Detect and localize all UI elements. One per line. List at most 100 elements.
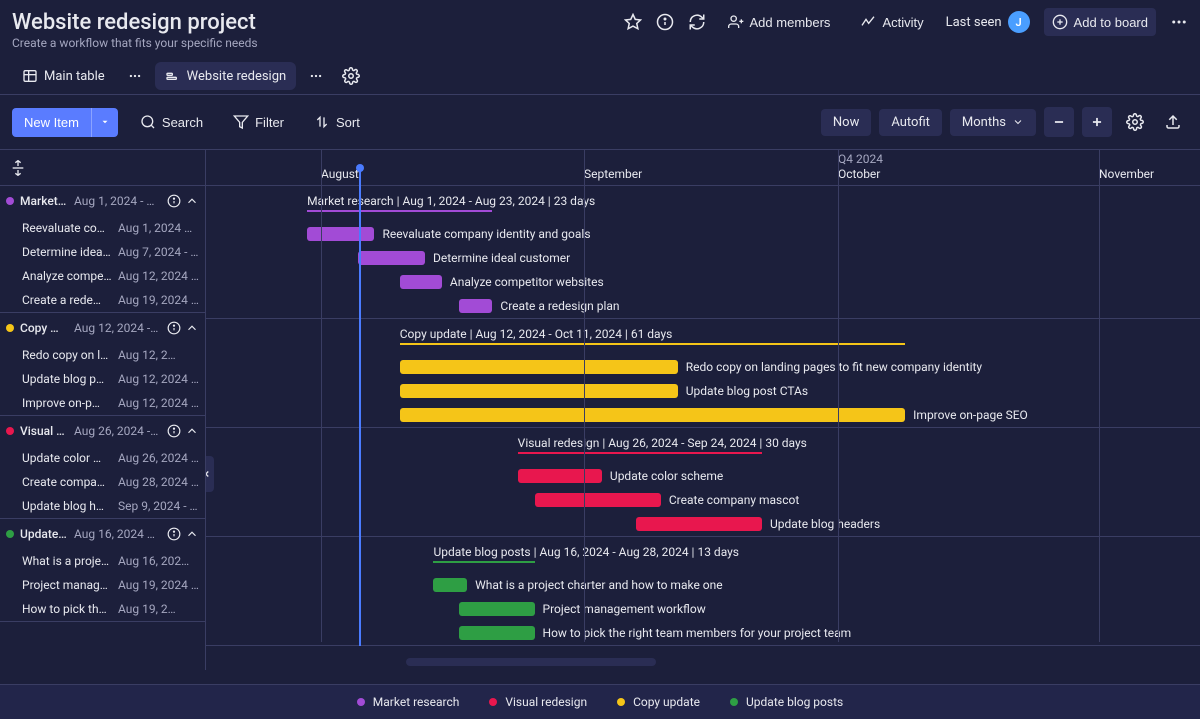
add-to-board-label: Add to board [1074, 15, 1148, 30]
months-label: Months [962, 115, 1006, 130]
last-seen-label: Last seen [946, 15, 1002, 30]
task-name: Reevaluate compan… [22, 221, 112, 235]
info-icon[interactable] [167, 194, 181, 208]
task-row[interactable]: Redo copy on landing …Aug 12, 2… [0, 343, 205, 367]
task-name: Redo copy on landing … [22, 348, 112, 362]
group-name[interactable]: Visual … [20, 424, 68, 438]
group-range: Aug 26, 2024 - … [74, 424, 161, 438]
task-row[interactable]: Analyze competi…Aug 12, 2024 - … [0, 264, 205, 288]
tab-main-more-icon[interactable] [123, 64, 147, 88]
avatar[interactable]: J [1008, 11, 1030, 33]
task-date: Aug 19, 2… [118, 602, 199, 616]
new-item-button[interactable]: New Item [12, 108, 91, 137]
legend-dot [730, 698, 738, 706]
collapse-sidebar-icon[interactable] [206, 456, 214, 492]
group-summary-bar[interactable] [307, 210, 492, 212]
gantt-bar[interactable] [636, 517, 762, 531]
gantt-bar[interactable] [400, 408, 905, 422]
search-button[interactable]: Search [132, 108, 211, 136]
group-name[interactable]: Update … [20, 527, 68, 541]
settings-icon[interactable] [342, 67, 360, 85]
month-label: August [321, 167, 359, 181]
gantt-bar[interactable] [400, 360, 678, 374]
task-name: Project manage… [22, 578, 112, 592]
gantt-bar[interactable] [400, 275, 442, 289]
activity-button[interactable]: Activity [852, 8, 931, 36]
zoom-in-button[interactable] [1082, 107, 1112, 137]
legend-label: Market research [373, 695, 460, 709]
months-dropdown[interactable]: Months [950, 109, 1036, 136]
filter-label: Filter [255, 115, 284, 130]
filter-button[interactable]: Filter [225, 108, 292, 136]
chevron-up-icon[interactable] [185, 321, 199, 335]
gantt-bar[interactable] [518, 469, 602, 483]
task-name: Analyze competi… [22, 269, 112, 283]
tab-redesign-more-icon[interactable] [304, 64, 328, 88]
autofit-button[interactable]: Autofit [879, 109, 942, 136]
gantt-bar[interactable] [400, 384, 678, 398]
gantt-bar[interactable] [459, 626, 535, 640]
horizontal-scrollbar[interactable] [406, 658, 656, 666]
gantt-bar[interactable] [307, 227, 374, 241]
task-name: Update blog h… [22, 499, 112, 513]
gantt-bar-label: Update color scheme [610, 469, 723, 483]
gantt-bar[interactable] [459, 299, 493, 313]
info-icon[interactable] [167, 321, 181, 335]
add-members-button[interactable]: Add members [720, 8, 839, 36]
task-name: What is a project ch… [22, 554, 112, 568]
group-name[interactable]: Market … [20, 194, 68, 208]
expand-collapse-icon[interactable] [10, 160, 26, 176]
info-icon[interactable] [167, 527, 181, 541]
now-button[interactable]: Now [821, 109, 871, 136]
new-item-dropdown[interactable] [91, 108, 118, 137]
group-summary-bar[interactable] [400, 343, 905, 345]
gridline [1099, 186, 1100, 642]
info-icon[interactable] [167, 424, 181, 438]
task-row[interactable]: Update blog h…Sep 9, 2024 - Sep … [0, 494, 205, 518]
chevron-up-icon[interactable] [185, 194, 199, 208]
gantt-bar[interactable] [433, 578, 467, 592]
gantt-bar-label: Analyze competitor websites [450, 275, 604, 289]
sort-button[interactable]: Sort [306, 108, 368, 136]
sync-icon[interactable] [688, 13, 706, 31]
group-summary-bar[interactable] [518, 452, 762, 454]
group-summary-bar[interactable] [433, 561, 534, 563]
gantt-bar[interactable] [358, 251, 425, 265]
task-row[interactable]: Update color …Aug 26, 2024 - Se… [0, 446, 205, 470]
group-color-dot [6, 324, 14, 332]
task-date: Aug 16, 202… [118, 554, 199, 568]
group-color-dot [6, 427, 14, 435]
task-row[interactable]: Determine ideal…Aug 7, 2024 - Au… [0, 240, 205, 264]
gantt-bar[interactable] [535, 493, 661, 507]
gridline [321, 186, 322, 642]
task-name: Create compa… [22, 475, 112, 489]
task-name: Improve on-p… [22, 396, 112, 410]
task-row[interactable]: Update blog p…Aug 12, 2024 - Se… [0, 367, 205, 391]
task-row[interactable]: Create compa…Aug 28, 2024 - Se… [0, 470, 205, 494]
gantt-bar-label: Update blog post CTAs [686, 384, 808, 398]
more-icon[interactable] [1170, 13, 1188, 31]
zoom-out-button[interactable] [1044, 107, 1074, 137]
task-row[interactable]: How to pick the right t…Aug 19, 2… [0, 597, 205, 621]
task-row[interactable]: Improve on-p…Aug 12, 2024 - Oct… [0, 391, 205, 415]
legend-label: Copy update [633, 695, 700, 709]
group-name[interactable]: Copy … [20, 321, 68, 335]
chevron-up-icon[interactable] [185, 527, 199, 541]
tab-main-table[interactable]: Main table [12, 62, 115, 90]
gantt-bar[interactable] [459, 602, 535, 616]
tab-website-redesign[interactable]: Website redesign [155, 62, 297, 90]
task-row[interactable]: Create a rede…Aug 19, 2024 - Au… [0, 288, 205, 312]
group-range: Aug 1, 2024 - … [74, 194, 161, 208]
search-label: Search [162, 115, 203, 130]
star-icon[interactable] [624, 13, 642, 31]
info-icon[interactable] [656, 13, 674, 31]
gear-icon[interactable] [1120, 107, 1150, 137]
legend-label: Visual redesign [505, 695, 587, 709]
task-row[interactable]: Project manage…Aug 19, 2024 - … [0, 573, 205, 597]
month-label: September [584, 167, 642, 181]
export-icon[interactable] [1158, 107, 1188, 137]
task-row[interactable]: Reevaluate compan…Aug 1, 2024 … [0, 216, 205, 240]
add-to-board-button[interactable]: Add to board [1044, 8, 1156, 36]
chevron-up-icon[interactable] [185, 424, 199, 438]
task-row[interactable]: What is a project ch… Aug 16, 202… [0, 549, 205, 573]
